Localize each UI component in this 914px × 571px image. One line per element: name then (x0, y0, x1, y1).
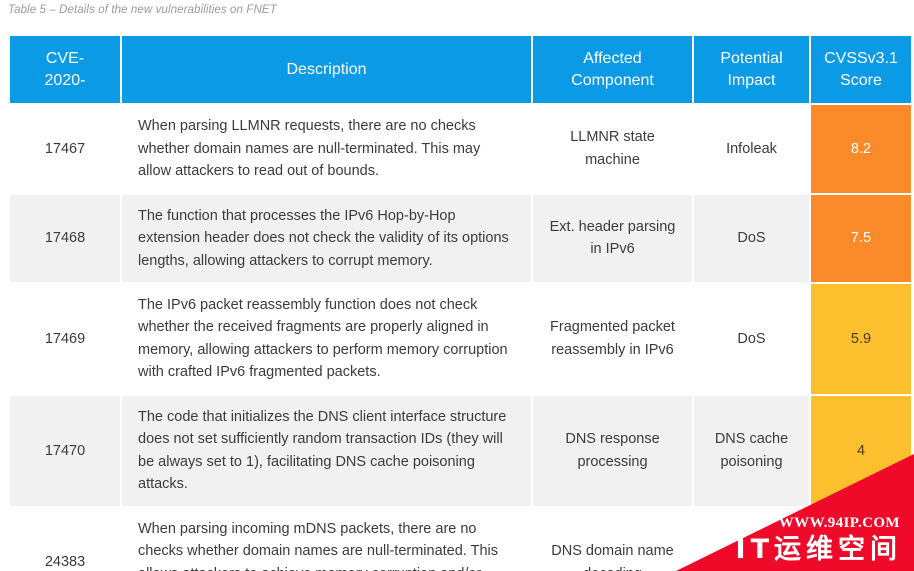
cell-potential-impact: Infoleak (694, 105, 809, 193)
page-root: Table 5 – Details of the new vulnerabili… (0, 0, 914, 571)
column-header-cve-line2: 2020- (44, 71, 86, 89)
watermark-url: WWW.94IP.COM (778, 515, 900, 531)
cell-affected-component: DNS domain name decoding (533, 507, 692, 571)
cell-description: The code that initializes the DNS client… (122, 395, 531, 506)
cell-potential-impact: DNS cache poisoning (694, 395, 809, 506)
cell-cvss-score: 5.9 (811, 284, 911, 394)
cell-potential-impact: DoS (694, 284, 809, 394)
cell-cvss-score: 8.2 (811, 105, 911, 193)
column-header-affected-component: Affected Component (533, 36, 692, 104)
cell-cve-id: 17469 (10, 284, 120, 394)
column-header-cvss-score: CVSSv3.1 Score (811, 36, 911, 104)
vulnerability-table: CVE- 2020- Description Affected Componen… (8, 34, 913, 571)
column-header-component-line1: Affected (583, 50, 642, 67)
cell-description: When parsing incoming mDNS packets, ther… (122, 507, 531, 571)
cell-affected-component: LLMNR state machine (533, 105, 692, 193)
watermark-site-name: IT运维空间 (735, 534, 902, 565)
table-row: 17470 The code that initializes the DNS c… (10, 395, 911, 506)
cell-affected-component: Fragmented packet reassembly in IPv6 (533, 284, 692, 394)
cell-cvss-score: 4 (811, 395, 911, 506)
cell-description: When parsing LLMNR requests, there are n… (122, 105, 531, 193)
column-header-impact-line1: Potential (720, 50, 783, 67)
cell-cve-id: 17470 (10, 395, 120, 506)
cell-cvss-score: 7.5 (811, 194, 911, 282)
column-header-description: Description (122, 36, 531, 104)
table-body: 17467 When parsing LLMNR requests, there … (10, 105, 911, 571)
table-header-row: CVE- 2020- Description Affected Componen… (10, 36, 911, 104)
cell-description: The IPv6 packet reassembly function does… (122, 284, 531, 394)
column-header-cve-line1: CVE- (45, 50, 85, 67)
column-header-potential-impact: Potential Impact (694, 36, 809, 104)
column-header-score-line2: Score (840, 71, 882, 89)
table-row: 17467 When parsing LLMNR requests, there … (10, 105, 911, 193)
vulnerability-table-container: CVE- 2020- Description Affected Componen… (8, 34, 911, 571)
cell-cve-id: 24383 (10, 507, 120, 571)
table-caption: Table 5 – Details of the new vulnerabili… (8, 4, 277, 16)
column-header-impact-line2: Impact (727, 71, 776, 89)
cell-description: The function that processes the IPv6 Hop… (122, 194, 531, 282)
column-header-component-line2: Component (571, 71, 654, 89)
cell-potential-impact: DoS (694, 194, 809, 282)
column-header-score-line1: CVSSv3.1 (824, 50, 898, 67)
table-header: CVE- 2020- Description Affected Componen… (10, 36, 911, 104)
table-row: 17469 The IPv6 packet reassembly function… (10, 284, 911, 394)
cell-affected-component: DNS response processing (533, 395, 692, 506)
cell-cve-id: 17468 (10, 194, 120, 282)
table-row: 17468 The function that processes the IPv… (10, 194, 911, 282)
column-header-cve: CVE- 2020- (10, 36, 120, 104)
cell-cve-id: 17467 (10, 105, 120, 193)
cell-affected-component: Ext. header parsing in IPv6 (533, 194, 692, 282)
